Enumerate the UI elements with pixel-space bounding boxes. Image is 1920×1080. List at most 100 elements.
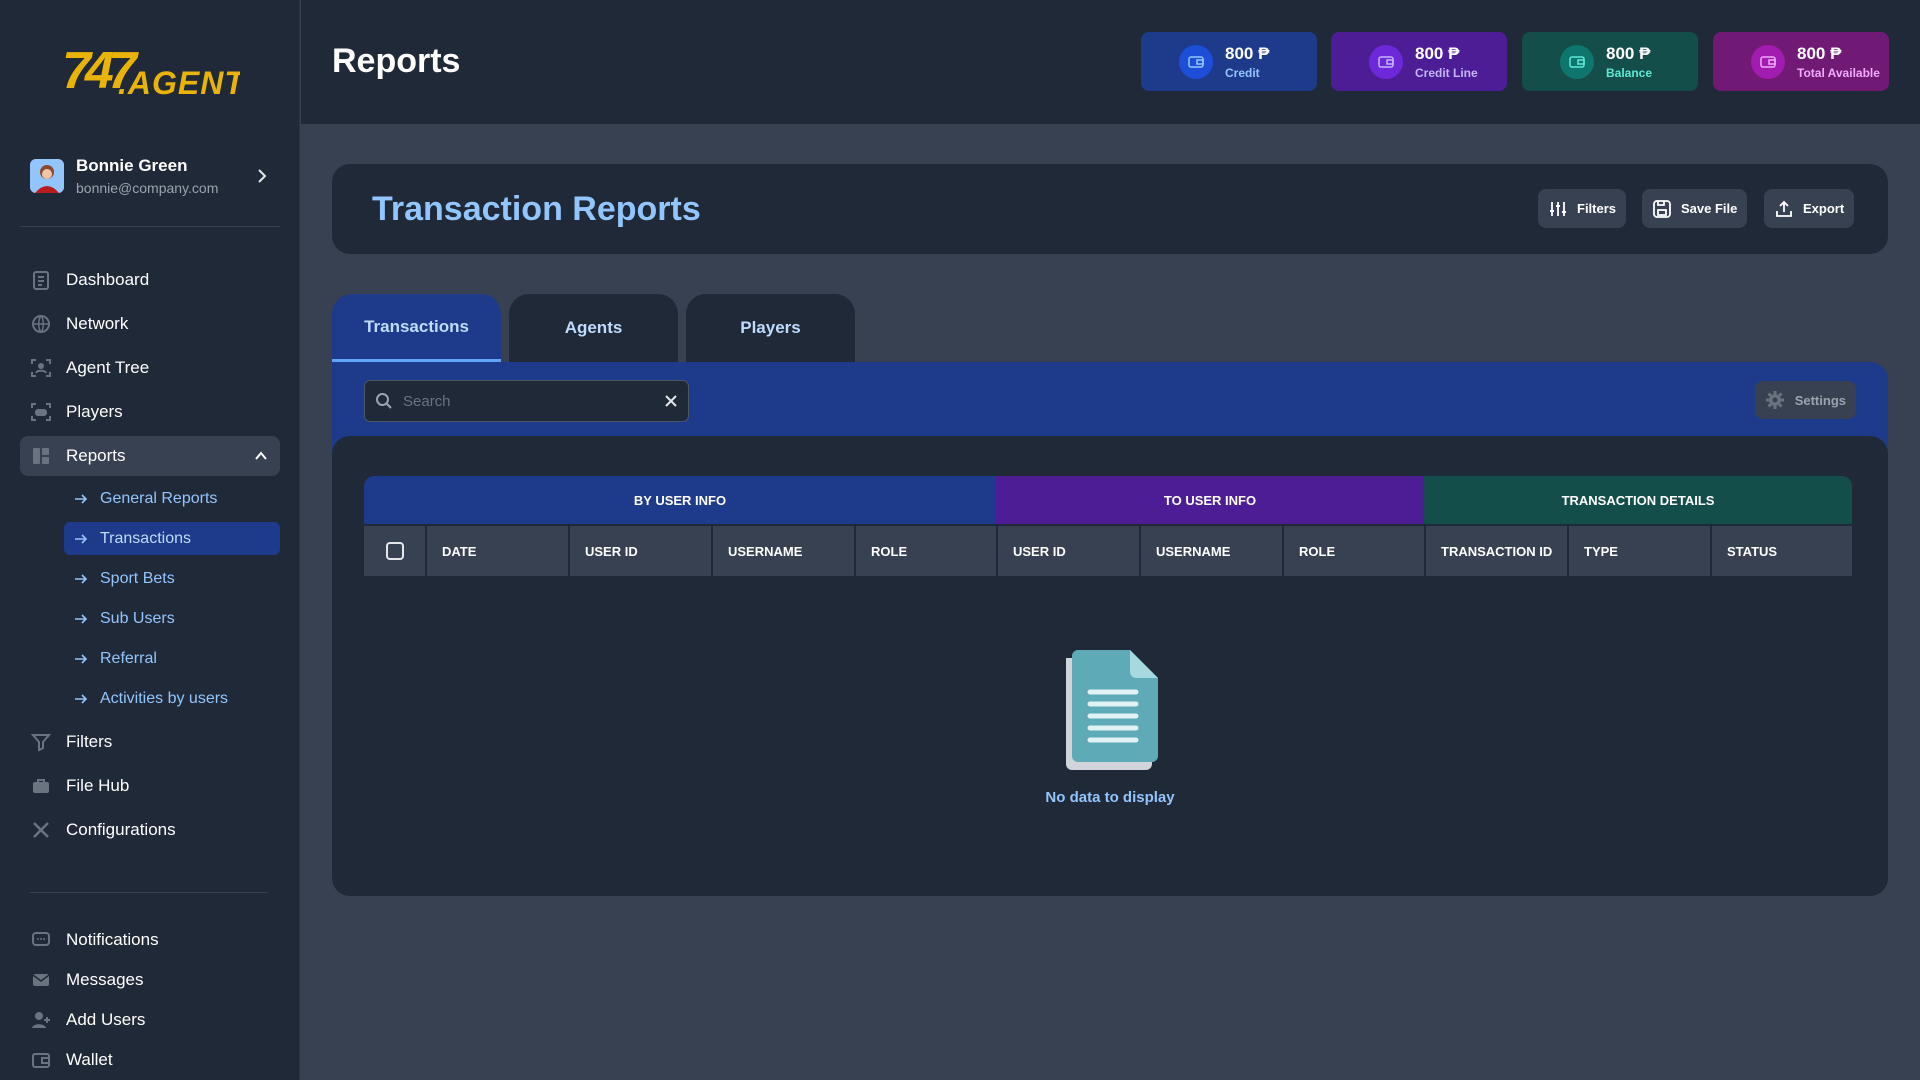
stat-label: Credit bbox=[1225, 65, 1260, 80]
gamepad-icon bbox=[31, 403, 51, 421]
stat-card-credit-line: 800 ₱ Credit Line bbox=[1331, 32, 1507, 91]
column-header-status[interactable]: STATUS bbox=[1712, 526, 1852, 576]
clear-icon[interactable] bbox=[664, 394, 678, 408]
bottom-nav: Notifications Messages Add Users Wallet bbox=[20, 922, 280, 1080]
filters-button-label: Filters bbox=[1577, 201, 1617, 216]
stat-value: 800 ₱ bbox=[1797, 43, 1842, 63]
sidebar-item-label: Notifications bbox=[66, 930, 159, 949]
sidebar-item-label: File Hub bbox=[66, 776, 130, 795]
column-header-transaction-id[interactable]: TRANSACTION ID bbox=[1426, 526, 1567, 576]
tools-icon bbox=[33, 822, 49, 838]
sidebar-item-filters[interactable]: Filters bbox=[20, 722, 280, 762]
sidebar: 747 .AGENT Bonnie Green bonnie@company.c… bbox=[0, 0, 300, 1080]
sidebar-item-label: Filters bbox=[66, 732, 113, 751]
divider bbox=[30, 892, 268, 893]
select-all-cell bbox=[364, 526, 425, 576]
stat-label: Total Available bbox=[1797, 65, 1880, 80]
group-by-user-info: BY USER INFO bbox=[364, 476, 996, 524]
globe-icon bbox=[32, 315, 50, 333]
sidebar-item-label: Dashboard bbox=[66, 270, 150, 289]
reports-subnav: General Reports Transactions Sport Bets … bbox=[64, 482, 280, 715]
settings-button-label: Settings bbox=[1794, 392, 1846, 408]
search-icon bbox=[376, 393, 392, 409]
table-header-row: DATE USER ID USERNAME ROLE USER ID USERN… bbox=[364, 526, 1852, 576]
column-header-type[interactable]: TYPE bbox=[1569, 526, 1710, 576]
sidebar-item-dashboard[interactable]: Dashboard bbox=[20, 260, 280, 300]
sidebar-item-network[interactable]: Network bbox=[20, 304, 280, 344]
tab-players[interactable]: Players bbox=[686, 294, 855, 362]
arrow-right-icon bbox=[75, 653, 88, 664]
reports-icon bbox=[33, 448, 49, 464]
tab-agents[interactable]: Agents bbox=[509, 294, 678, 362]
chevron-right-icon[interactable] bbox=[254, 168, 270, 184]
subnav-item-sub-users[interactable]: Sub Users bbox=[64, 602, 280, 635]
group-transaction-details: TRANSACTION DETAILS bbox=[1424, 476, 1852, 524]
save-file-button[interactable]: Save File bbox=[1642, 189, 1748, 228]
sidebar-item-add-users[interactable]: Add Users bbox=[20, 1002, 280, 1038]
sidebar-item-players[interactable]: Players bbox=[20, 392, 280, 432]
report-title: Transaction Reports bbox=[372, 190, 701, 228]
report-header-card: Transaction Reports Filters Save File Ex… bbox=[332, 164, 1888, 254]
column-header-to-user-id[interactable]: USER ID bbox=[998, 526, 1139, 576]
column-header-by-user-id[interactable]: USER ID bbox=[570, 526, 711, 576]
filters-button[interactable]: Filters bbox=[1538, 189, 1627, 228]
clipboard-icon bbox=[33, 271, 49, 290]
wallet-icon bbox=[1751, 44, 1785, 79]
stat-value: 800 ₱ bbox=[1415, 43, 1460, 63]
settings-button[interactable]: Settings bbox=[1754, 381, 1856, 419]
sidebar-item-messages[interactable]: Messages bbox=[20, 962, 280, 998]
search-box bbox=[364, 380, 689, 422]
avatar bbox=[30, 159, 64, 193]
sidebar-item-label: Agent Tree bbox=[66, 358, 150, 377]
document-icon bbox=[1066, 650, 1158, 770]
sidebar-item-file-hub[interactable]: File Hub bbox=[20, 766, 280, 806]
subnav-item-label: Sub Users bbox=[100, 609, 175, 627]
sidebar-item-label: Reports bbox=[66, 446, 126, 465]
sidebar-item-wallet[interactable]: Wallet bbox=[20, 1042, 280, 1078]
tab-transactions[interactable]: Transactions bbox=[332, 294, 501, 362]
user-scan-icon bbox=[31, 359, 51, 377]
column-header-by-role[interactable]: ROLE bbox=[856, 526, 996, 576]
save-file-button-label: Save File bbox=[1681, 201, 1738, 216]
export-button[interactable]: Export bbox=[1764, 189, 1855, 228]
stat-value: 800 ₱ bbox=[1606, 43, 1651, 63]
wallet-icon bbox=[1369, 44, 1403, 79]
subnav-item-referral[interactable]: Referral bbox=[64, 642, 280, 675]
save-icon bbox=[1653, 199, 1671, 218]
subnav-item-activities-by-users[interactable]: Activities by users bbox=[64, 682, 280, 715]
stat-value: 800 ₱ bbox=[1225, 43, 1270, 63]
sidebar-item-configurations[interactable]: Configurations bbox=[20, 810, 280, 850]
column-header-to-username[interactable]: USERNAME bbox=[1141, 526, 1282, 576]
user-profile[interactable]: Bonnie Green bonnie@company.com bbox=[30, 152, 270, 200]
wallet-icon bbox=[1179, 44, 1213, 79]
wallet-icon bbox=[32, 1053, 50, 1068]
sliders-icon bbox=[1550, 201, 1566, 216]
user-name: Bonnie Green bbox=[76, 156, 188, 175]
subnav-item-label: General Reports bbox=[100, 489, 218, 507]
brand-logo[interactable]: 747 .AGENT bbox=[60, 38, 245, 101]
subnav-item-general-reports[interactable]: General Reports bbox=[64, 482, 280, 515]
subnav-item-sport-bets[interactable]: Sport Bets bbox=[64, 562, 280, 595]
search-input[interactable] bbox=[403, 392, 664, 410]
page-title: Reports bbox=[332, 42, 461, 80]
sidebar-item-agent-tree[interactable]: Agent Tree bbox=[20, 348, 280, 388]
column-header-by-username[interactable]: USERNAME bbox=[713, 526, 854, 576]
arrow-right-icon bbox=[75, 493, 88, 504]
stat-card-credit: 800 ₱ Credit bbox=[1141, 32, 1317, 91]
subnav-item-transactions[interactable]: Transactions bbox=[64, 522, 280, 555]
arrow-right-icon bbox=[75, 573, 88, 584]
wallet-icon bbox=[1560, 44, 1594, 79]
column-header-date[interactable]: DATE bbox=[427, 526, 568, 576]
export-button-label: Export bbox=[1803, 201, 1845, 216]
arrow-right-icon bbox=[75, 533, 88, 544]
filter-icon bbox=[30, 734, 52, 752]
column-header-to-role[interactable]: ROLE bbox=[1284, 526, 1424, 576]
divider bbox=[20, 226, 280, 227]
sidebar-item-notifications[interactable]: Notifications bbox=[20, 922, 280, 958]
sidebar-item-reports[interactable]: Reports bbox=[20, 436, 280, 476]
select-all-checkbox[interactable] bbox=[385, 542, 404, 560]
transactions-table-panel: BY USER INFO TO USER INFO TRANSACTION DE… bbox=[332, 436, 1888, 896]
chat-icon bbox=[32, 932, 50, 946]
sidebar-item-label: Wallet bbox=[66, 1050, 113, 1069]
chevron-up-icon[interactable] bbox=[254, 449, 268, 463]
